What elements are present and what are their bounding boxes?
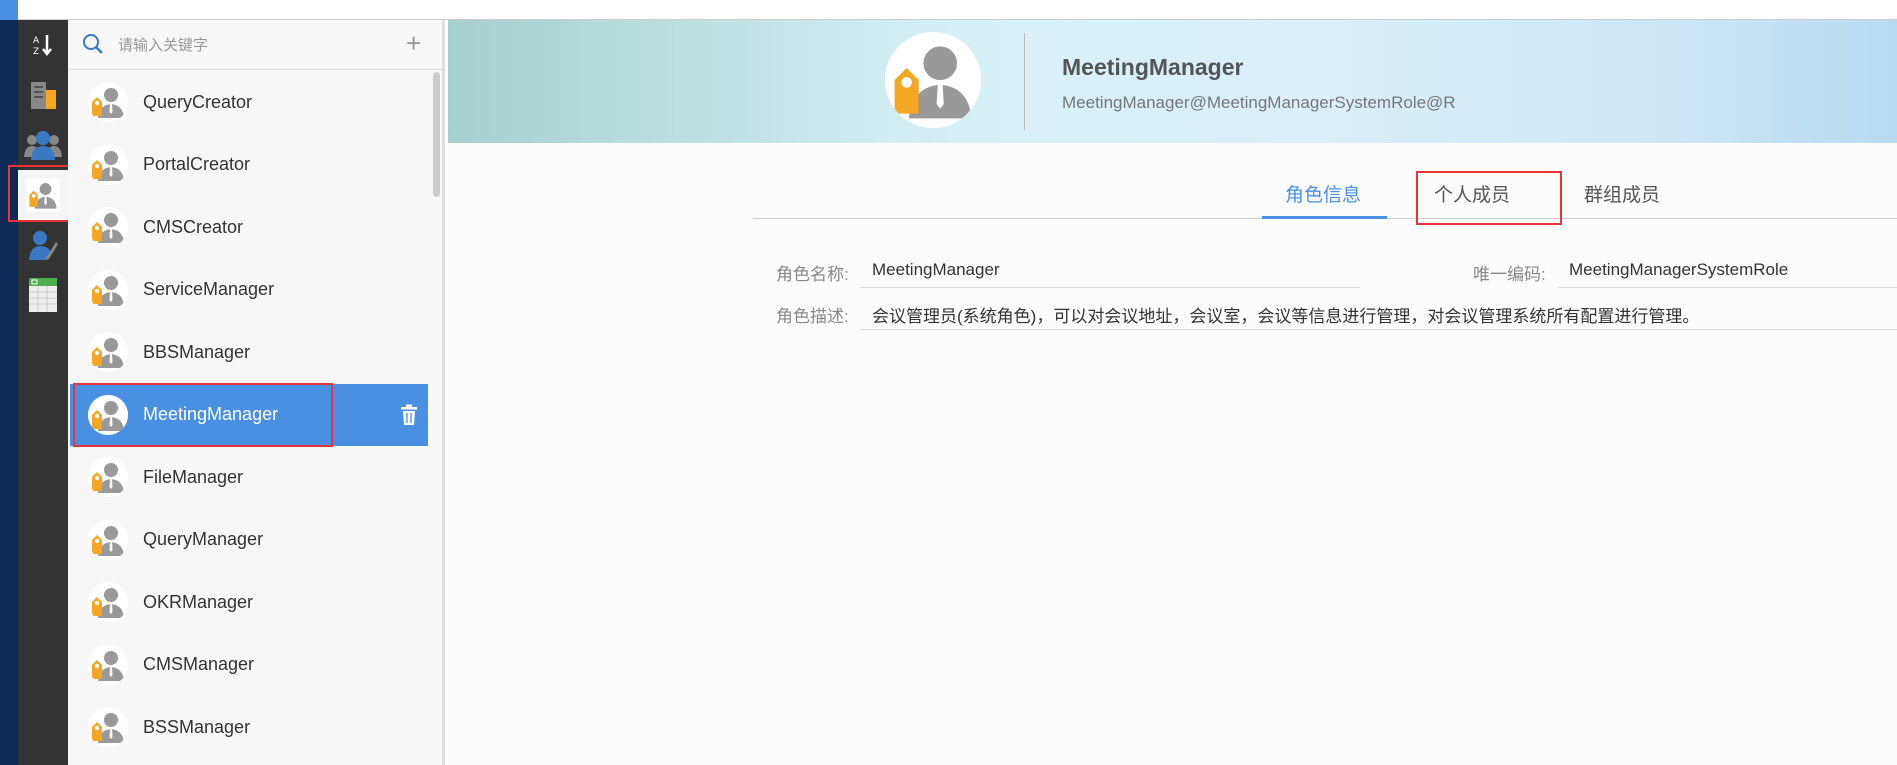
role-list-item[interactable]: BSSManager [70,696,428,758]
role-avatar-icon [88,207,128,247]
role-list-item[interactable]: CMSManager [70,634,428,696]
app-corner [0,0,18,20]
search-bar: + [68,20,442,70]
role-name: ServiceManager [143,279,275,299]
list-scrollbar[interactable] [433,72,440,197]
role-name-value: MeetingManager [872,260,1000,279]
active-tab-indicator [1262,216,1387,219]
role-avatar [885,32,981,128]
tab-personal-members[interactable]: 个人成员 [1434,180,1510,207]
role-avatar-icon [88,582,128,622]
role-avatar-icon [88,332,128,372]
role-avatar-icon [88,519,128,560]
role-name: PortalCreator [143,154,251,174]
role-avatar-icon [88,269,128,310]
role-name: BSSManager [143,716,251,737]
sort-az-icon[interactable]: AZ [18,20,68,70]
unique-code-value: MeetingManagerSystemRole [1569,260,1789,279]
top-bar [0,0,1897,20]
role-list-item[interactable]: BBSManager [70,321,428,383]
role-name: BBSManager [143,341,251,362]
add-role-button[interactable]: + [406,28,421,59]
role-distinguished-name: MeetingManager@MeetingManagerSystemRole@… [1062,93,1456,112]
role-name: CMSManager [143,654,255,674]
role-avatar-icon [88,707,128,747]
role-list-item[interactable]: FileManager [70,446,428,508]
group-icon[interactable] [18,120,68,170]
tab-group-members[interactable]: 群组成员 [1584,180,1660,207]
role-avatar-icon [88,394,128,435]
header-divider [1024,33,1025,130]
field-underline [1558,287,1897,288]
outer-sidebar-strip [0,20,18,765]
tab-role-info[interactable]: 角色信息 [1285,180,1361,207]
role-avatar-icon [88,144,128,185]
role-header-banner: MeetingManager MeetingManager@MeetingMan… [448,20,1897,143]
role-list-item[interactable]: ServiceManager [70,259,428,321]
role-avatar-icon [88,82,128,122]
svg-text:A: A [33,36,40,46]
role-list-panel: + QueryCreator PortalCreator CMSCreator Ser… [68,20,445,765]
role-description-label: 角色描述: [776,307,849,326]
role-icon[interactable] [18,170,68,220]
role-list-item[interactable]: CMSCreator [70,196,428,258]
unique-code-label: 唯一编码: [1473,265,1546,284]
role-list-item[interactable]: OKRManager [70,571,428,633]
role-name-label: 角色名称: [776,265,849,284]
role-avatar-icon [88,644,128,685]
spreadsheet-icon[interactable] [18,270,68,320]
role-list-item[interactable]: PortalCreator [70,134,428,196]
organization-icon[interactable] [18,70,68,120]
role-list-item[interactable]: QueryManager [70,509,428,571]
role-name: OKRManager [143,591,254,612]
role-avatar-icon [88,457,128,497]
role-name: QueryCreator [143,91,253,112]
role-detail-panel: MeetingManager MeetingManager@MeetingMan… [448,20,1897,765]
role-name: CMSCreator [143,216,244,237]
icon-sidebar: AZ [18,20,68,765]
svg-text:Z: Z [33,47,39,57]
role-title: MeetingManager [1062,54,1244,80]
field-underline [860,287,1360,288]
search-input[interactable] [118,32,378,58]
search-icon [83,34,103,54]
role-list-item[interactable]: QueryCreator [70,71,428,133]
trash-icon[interactable] [400,404,418,426]
role-list-item[interactable]: MeetingManager [70,383,428,446]
person-edit-icon[interactable] [18,220,68,270]
role-name: MeetingManager [143,404,279,424]
role-name: FileManager [143,466,244,487]
role-name: QueryManager [143,529,264,549]
role-description-value: 会议管理员(系统角色)，可以对会议地址，会议室，会议等信息进行管理，对会议管理系… [872,307,1700,326]
field-underline [860,329,1897,330]
